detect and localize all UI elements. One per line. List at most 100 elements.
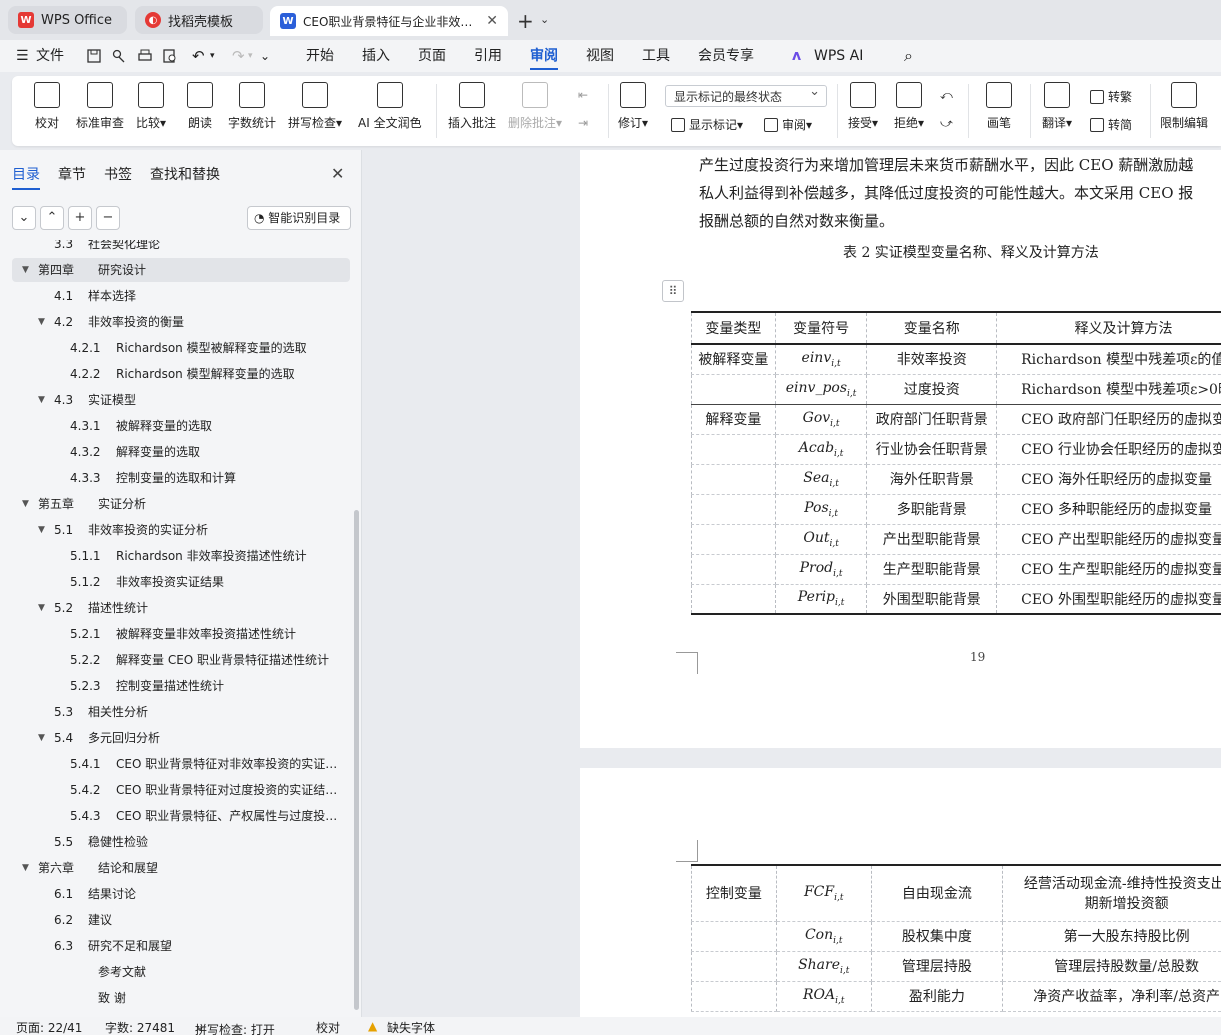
menu-insert[interactable]: 插入 [362,40,390,72]
close-tab-icon[interactable]: ✕ [486,13,498,29]
toc-item[interactable]: 5.4.2 CEO 职业背景特征对过度投资的实证结… [12,778,350,802]
menu-wps-ai[interactable]: WPS AI [814,40,863,72]
toc-item[interactable]: 6.2 建议 [12,908,350,932]
share-icon[interactable] [111,48,127,64]
toc-item[interactable]: 5.4.1 CEO 职业背景特征对非效率投资的实证… [12,752,350,776]
ai-polish-button[interactable]: AI 全文润色 [358,82,422,131]
toc-item[interactable]: 致 谢 [12,986,350,1010]
expand-caret-icon[interactable]: ▼ [22,258,29,282]
expand-caret-icon[interactable]: ▼ [38,388,45,412]
spell-check-status[interactable]: 拼写检查: 打开 ⌄ [195,1019,275,1035]
read-aloud-button[interactable]: 朗读 [187,82,213,131]
tab-template[interactable]: ◐ 找稻壳模板 [135,6,263,34]
tab-document[interactable]: W CEO职业背景特征与企业非效… ✕ [270,6,508,36]
toc-item[interactable]: ▼ 第四章 研究设计 [12,258,350,282]
tab-find-replace[interactable]: 查找和替换 [150,164,220,184]
toc-item[interactable]: 5.2.3 控制变量描述性统计 [12,674,350,698]
accept-button[interactable]: 接受▾ [848,82,878,131]
prev-comment-icon[interactable]: ⇤ [578,88,588,102]
next-change-icon[interactable]: ⤻ [940,116,953,131]
menu-home[interactable]: 开始 [306,40,334,72]
expand-caret-icon[interactable]: ▼ [22,492,29,516]
toc-item[interactable]: ▼ 4.3 实证模型 [12,388,350,412]
chevron-down-icon[interactable]: ⌄ [540,13,549,26]
toc-item[interactable]: ▼ 第五章 实证分析 [12,492,350,516]
missing-font-status[interactable]: 缺失字体 [387,1019,435,1035]
translate-button[interactable]: 翻译▾ [1042,82,1072,131]
tab-sections[interactable]: 章节 [58,164,86,184]
spell-check-button[interactable]: 拼写检查▾ [288,82,342,131]
toc-item[interactable]: 5.2.1 被解释变量非效率投资描述性统计 [12,622,350,646]
toc-item[interactable]: 4.1 样本选择 [12,284,350,308]
insert-comment-button[interactable]: 插入批注 [448,82,496,131]
print-preview-icon[interactable] [162,48,178,64]
toc-item[interactable]: ▼ 5.4 多元回归分析 [12,726,350,750]
toc-item[interactable]: 4.2.1 Richardson 模型被解释变量的选取 [12,336,350,360]
word-count-indicator[interactable]: 字数: 27481 [105,1019,175,1035]
save-icon[interactable] [86,48,102,64]
menu-references[interactable]: 引用 [474,40,502,72]
toc-item[interactable]: ▼ 5.2 描述性统计 [12,596,350,620]
toc-item[interactable]: 5.4.3 CEO 职业背景特征、产权属性与过度投… [12,804,350,828]
menu-tools[interactable]: 工具 [642,40,670,72]
standard-review-button[interactable]: 标准审查 [76,82,124,131]
undo-dropdown-icon[interactable]: ▾ [210,40,215,72]
proofread-button[interactable]: 校对 [34,82,60,131]
review-pane-button[interactable]: 审阅 ▾ [764,116,812,133]
word-count-button[interactable]: 字数统计 [228,82,276,131]
expand-caret-icon[interactable]: ▼ [22,856,29,880]
remove-heading-button[interactable]: − [96,206,120,230]
menu-file[interactable]: 文件 [36,40,64,72]
toc-item[interactable]: 5.1.1 Richardson 非效率投资描述性统计 [12,544,350,568]
hamburger-icon[interactable]: ☰ [16,40,29,72]
delete-comment-button[interactable]: 删除批注▾ [508,82,562,131]
toc-item[interactable]: 4.2.2 Richardson 模型解释变量的选取 [12,362,350,386]
proofread-status[interactable]: 校对 [316,1019,340,1035]
smart-toc-button[interactable]: ◔ 智能识别目录 [247,206,351,230]
menu-page[interactable]: 页面 [418,40,446,72]
toc-item[interactable]: 5.3 相关性分析 [12,700,350,724]
menu-member[interactable]: 会员专享 [698,40,754,72]
expand-caret-icon[interactable]: ▼ [38,518,45,542]
collapse-up-button[interactable]: ⌃ [40,206,64,230]
pen-button[interactable]: 画笔 [986,82,1012,131]
toc-item[interactable]: 4.3.1 被解释变量的选取 [12,414,350,438]
print-icon[interactable] [137,48,153,64]
expand-caret-icon[interactable]: ▼ [38,596,45,620]
toc-item[interactable]: 5.5 稳健性检验 [12,830,350,854]
toc-item[interactable]: 6.3 研究不足和展望 [12,934,350,958]
close-panel-icon[interactable]: ✕ [331,164,344,183]
toc-item[interactable]: 3.3 社会契化理论 [12,240,350,256]
toc-item[interactable]: 5.1.2 非效率投资实证结果 [12,570,350,594]
toc-item[interactable]: 4.3.2 解释变量的选取 [12,440,350,464]
to-simplified-button[interactable]: 转简 [1090,116,1132,133]
tab-toc[interactable]: 目录 [12,164,40,190]
menu-review[interactable]: 审阅 [530,40,558,72]
more-chevron-icon[interactable]: ⌄ [260,40,270,72]
markup-mode-select[interactable]: 显示标记的最终状态 [665,84,827,107]
expand-caret-icon[interactable]: ▼ [38,726,45,750]
next-comment-icon[interactable]: ⇥ [578,116,588,130]
restrict-edit-button[interactable]: 限制编辑 [1160,82,1208,131]
table-move-handle-icon[interactable]: ⠿ [662,280,684,302]
toc-item[interactable]: ▼ 4.2 非效率投资的衡量 [12,310,350,334]
to-traditional-button[interactable]: 转繁 [1090,88,1132,105]
page-indicator[interactable]: 页面: 22/41 [16,1019,82,1035]
tab-bookmarks[interactable]: 书签 [104,164,132,184]
reject-button[interactable]: 拒绝▾ [894,82,924,131]
tab-wps-office[interactable]: W WPS Office [8,6,127,34]
toc-item[interactable]: 5.2.2 解释变量 CEO 职业背景特征描述性统计 [12,648,350,672]
new-tab-icon[interactable]: + [517,9,534,33]
toc-item[interactable]: 参考文献 [12,960,350,984]
toc-item[interactable]: 4.3.3 控制变量的选取和计算 [12,466,350,490]
show-markup-button[interactable]: 显示标记 ▾ [671,116,743,133]
collapse-down-button[interactable]: ⌄ [12,206,36,230]
toc-item[interactable]: 6.1 结果讨论 [12,882,350,906]
menu-view[interactable]: 视图 [586,40,614,72]
prev-change-icon[interactable]: ⤺ [940,88,953,103]
add-heading-button[interactable]: + [68,206,92,230]
revise-button[interactable]: 修订▾ [618,82,648,131]
undo-icon[interactable]: ↶ [192,40,205,72]
search-icon[interactable]: ⌕ [904,40,913,72]
toc-item[interactable]: ▼ 第六章 结论和展望 [12,856,350,880]
